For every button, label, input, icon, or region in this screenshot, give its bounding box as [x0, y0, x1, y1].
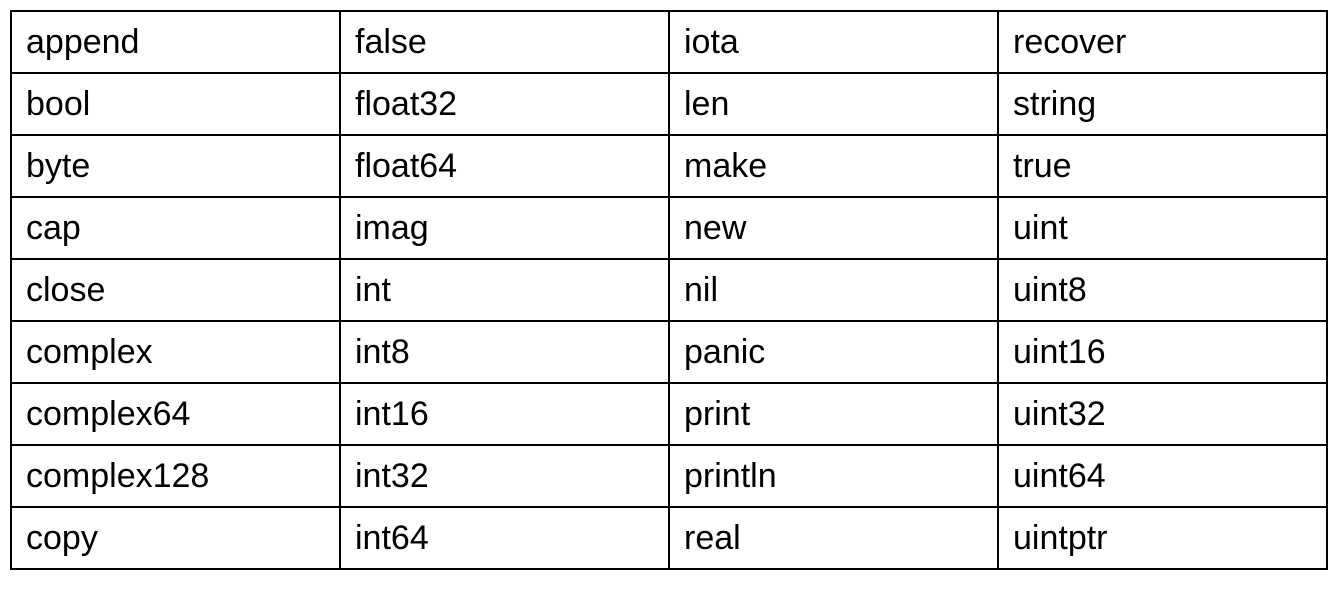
table-cell: complex: [11, 321, 340, 383]
table-cell: cap: [11, 197, 340, 259]
table-cell: recover: [998, 11, 1327, 73]
table-cell: float32: [340, 73, 669, 135]
table-cell: byte: [11, 135, 340, 197]
table-cell: imag: [340, 197, 669, 259]
table-cell: println: [669, 445, 998, 507]
table-row: complex int8 panic uint16: [11, 321, 1327, 383]
table-row: append false iota recover: [11, 11, 1327, 73]
table-row: close int nil uint8: [11, 259, 1327, 321]
table-cell: iota: [669, 11, 998, 73]
table-cell: append: [11, 11, 340, 73]
table-cell: string: [998, 73, 1327, 135]
table-cell: uint32: [998, 383, 1327, 445]
table-cell: float64: [340, 135, 669, 197]
table-cell: copy: [11, 507, 340, 569]
table-row: byte float64 make true: [11, 135, 1327, 197]
table-cell: int64: [340, 507, 669, 569]
table-cell: real: [669, 507, 998, 569]
table-row: copy int64 real uintptr: [11, 507, 1327, 569]
table-cell: int16: [340, 383, 669, 445]
table-cell: uint: [998, 197, 1327, 259]
table-cell: uint16: [998, 321, 1327, 383]
table-cell: nil: [669, 259, 998, 321]
table-cell: uint8: [998, 259, 1327, 321]
table-cell: complex128: [11, 445, 340, 507]
table-cell: uint64: [998, 445, 1327, 507]
table-cell: uintptr: [998, 507, 1327, 569]
table-cell: print: [669, 383, 998, 445]
table-cell: len: [669, 73, 998, 135]
table-cell: bool: [11, 73, 340, 135]
table-cell: make: [669, 135, 998, 197]
table-row: bool float32 len string: [11, 73, 1327, 135]
table-cell: new: [669, 197, 998, 259]
table-row: complex64 int16 print uint32: [11, 383, 1327, 445]
table-row: cap imag new uint: [11, 197, 1327, 259]
table-cell: false: [340, 11, 669, 73]
table-cell: true: [998, 135, 1327, 197]
identifiers-table: append false iota recover bool float32 l…: [10, 10, 1328, 570]
table-cell: panic: [669, 321, 998, 383]
table-cell: close: [11, 259, 340, 321]
table-cell: int8: [340, 321, 669, 383]
table-row: complex128 int32 println uint64: [11, 445, 1327, 507]
table-cell: int32: [340, 445, 669, 507]
table-cell: int: [340, 259, 669, 321]
table-cell: complex64: [11, 383, 340, 445]
